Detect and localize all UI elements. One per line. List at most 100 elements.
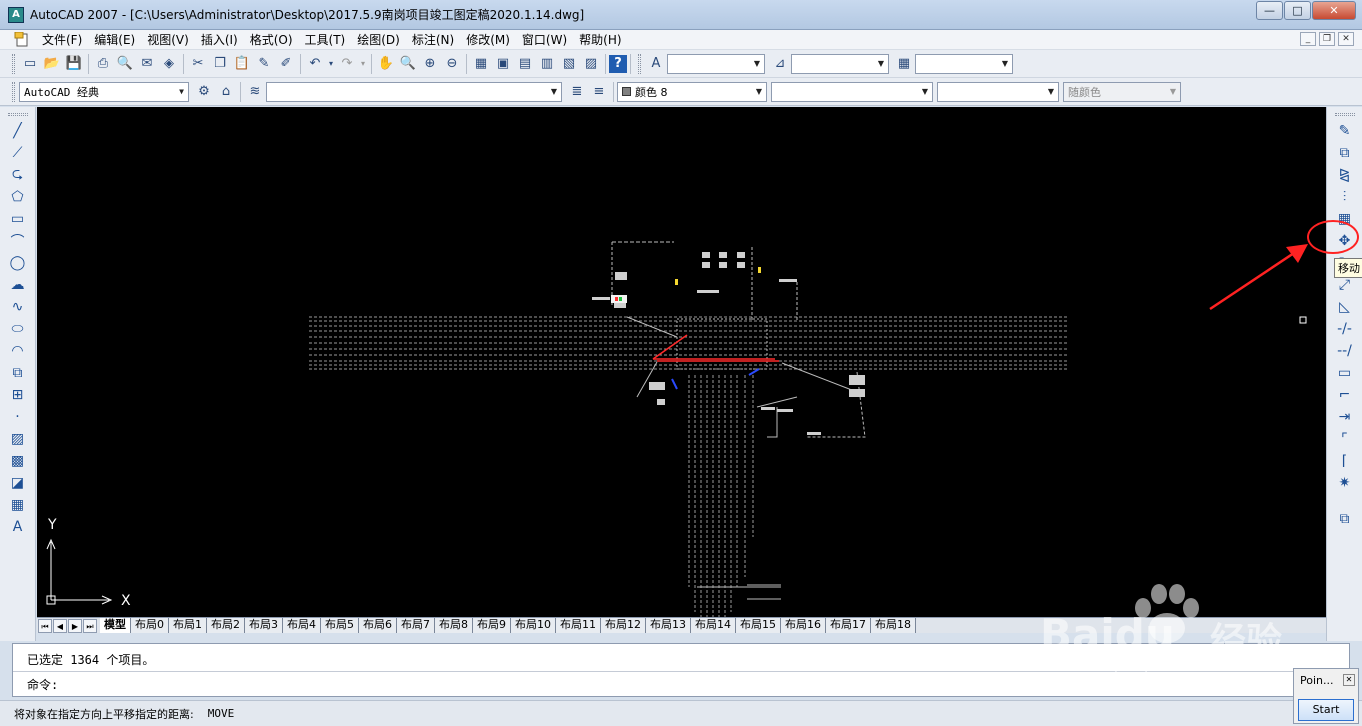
mirror-icon[interactable]: ⧎	[1334, 164, 1356, 186]
toolbar-grip[interactable]	[638, 53, 641, 74]
region-icon[interactable]: ◪	[7, 472, 29, 494]
popup-close-button[interactable]: ✕	[1343, 674, 1355, 686]
tab-layout[interactable]: 布局5	[321, 618, 359, 633]
undo-icon[interactable]: ↶	[304, 53, 326, 75]
chamfer-icon[interactable]: ⌜	[1334, 428, 1356, 450]
menu-format[interactable]: 格式(O)	[244, 31, 299, 48]
last-tab-icon[interactable]: ⏭	[83, 618, 97, 633]
tab-layout[interactable]: 布局7	[397, 618, 435, 633]
menu-draw[interactable]: 绘图(D)	[351, 31, 406, 48]
layer-manager-icon[interactable]: ≋	[244, 81, 266, 103]
next-tab-icon[interactable]: ▶	[68, 618, 82, 633]
autocad-app-icon[interactable]: A	[8, 6, 24, 23]
offset-icon[interactable]: ⫶	[1334, 186, 1356, 208]
tab-layout[interactable]: 布局18	[871, 618, 916, 633]
erase-icon[interactable]: ✎	[1334, 120, 1356, 142]
design-center-icon[interactable]: ▣	[492, 53, 514, 75]
plot-preview-icon[interactable]: 🔍	[114, 53, 136, 75]
menu-edit[interactable]: 编辑(E)	[88, 31, 141, 48]
line-icon[interactable]: ╱	[7, 120, 29, 142]
tab-layout[interactable]: 布局11	[556, 618, 601, 633]
document-icon[interactable]	[14, 31, 32, 48]
tab-layout[interactable]: 布局1	[169, 618, 207, 633]
make-object-layer-current-icon[interactable]: ≣	[566, 81, 588, 103]
tab-layout[interactable]: 布局15	[736, 618, 781, 633]
minimize-button[interactable]: —	[1256, 1, 1283, 20]
text-style-combo[interactable]: ▼	[667, 53, 765, 74]
menu-modify[interactable]: 修改(M)	[460, 31, 516, 48]
first-tab-icon[interactable]: ⏮	[38, 618, 52, 633]
redo-dropdown-icon[interactable]: ▾	[358, 53, 368, 75]
pan-icon[interactable]: ✋	[375, 53, 397, 75]
gradient-icon[interactable]: ▩	[7, 450, 29, 472]
properties-icon[interactable]: ▦	[470, 53, 492, 75]
paste-icon[interactable]: 📋	[231, 53, 253, 75]
doc-restore-button[interactable]: ❐	[1319, 32, 1335, 46]
start-button[interactable]: Start	[1298, 699, 1354, 721]
3d-dwf-icon[interactable]: ◈	[158, 53, 180, 75]
table-icon[interactable]: ▦	[7, 494, 29, 516]
rectangle-icon[interactable]: ▭	[7, 208, 29, 230]
toolbar-grip[interactable]	[1334, 113, 1355, 116]
workspace-combo[interactable]: AutoCAD 经典 ▼	[19, 81, 189, 102]
command-prompt[interactable]: 命令:	[27, 676, 58, 693]
tab-layout[interactable]: 布局8	[435, 618, 473, 633]
publish-icon[interactable]: ✉	[136, 53, 158, 75]
table-style-icon[interactable]: ▦	[893, 53, 915, 75]
menu-window[interactable]: 窗口(W)	[516, 31, 573, 48]
menu-dimension[interactable]: 标注(N)	[406, 31, 460, 48]
hatch-icon[interactable]: ▨	[7, 428, 29, 450]
toolbar-grip[interactable]	[7, 113, 28, 116]
zoom-previous-icon[interactable]: ⊖	[441, 53, 463, 75]
new-icon[interactable]: ▭	[19, 53, 41, 75]
break-at-point-icon[interactable]: ▭	[1334, 362, 1356, 384]
copy-icon[interactable]: ⧉	[1334, 142, 1356, 164]
help-icon[interactable]: ?	[609, 54, 627, 73]
construction-line-icon[interactable]: ⟋	[7, 142, 29, 164]
menu-tools[interactable]: 工具(T)	[299, 31, 352, 48]
menu-insert[interactable]: 插入(I)	[195, 31, 244, 48]
menu-view[interactable]: 视图(V)	[141, 31, 195, 48]
insert-block-icon[interactable]: ⧉	[7, 362, 29, 384]
match-properties-icon[interactable]: ✎	[253, 53, 275, 75]
extend-icon[interactable]: --/	[1334, 340, 1356, 362]
trim-icon[interactable]: -/-	[1334, 318, 1356, 340]
arc-icon[interactable]: ⌒	[7, 230, 29, 252]
close-button[interactable]: ✕	[1312, 1, 1356, 20]
circle-icon[interactable]: ◯	[7, 252, 29, 274]
menu-help[interactable]: 帮助(H)	[573, 31, 627, 48]
zoom-window-icon[interactable]: ⊕	[419, 53, 441, 75]
toolbar-grip[interactable]	[12, 53, 15, 74]
doc-minimize-button[interactable]: _	[1300, 32, 1316, 46]
tab-layout[interactable]: 布局0	[131, 618, 169, 633]
command-window[interactable]: 已选定 1364 个项目。 命令:	[12, 643, 1350, 697]
menu-file[interactable]: 文件(F)	[36, 31, 88, 48]
redo-icon[interactable]: ↷	[336, 53, 358, 75]
tab-model[interactable]: 模型	[100, 618, 131, 633]
tab-layout[interactable]: 布局12	[601, 618, 646, 633]
zoom-realtime-icon[interactable]: 🔍	[397, 53, 419, 75]
tab-layout[interactable]: 布局4	[283, 618, 321, 633]
layer-previous-icon[interactable]: ≡	[588, 81, 610, 103]
explode-icon[interactable]: ✷	[1334, 472, 1356, 494]
plot-icon[interactable]: ⎙	[92, 53, 114, 75]
dim-style-combo[interactable]: ▼	[791, 53, 889, 74]
draworder-icon[interactable]: ⧉	[1334, 508, 1356, 530]
tab-layout[interactable]: 布局6	[359, 618, 397, 633]
undo-dropdown-icon[interactable]: ▾	[326, 53, 336, 75]
maximize-button[interactable]: □	[1284, 1, 1311, 20]
tool-palettes-icon[interactable]: ▤	[514, 53, 536, 75]
tab-layout[interactable]: 布局3	[245, 618, 283, 633]
tab-layout[interactable]: 布局16	[781, 618, 826, 633]
revision-cloud-icon[interactable]: ☁	[7, 274, 29, 296]
tab-layout[interactable]: 布局10	[511, 618, 556, 633]
layer-combo[interactable]: ▼	[266, 81, 562, 102]
point-icon[interactable]: ·	[7, 406, 29, 428]
drawing-canvas[interactable]: Y X	[37, 107, 1326, 617]
table-style-combo[interactable]: ▼	[915, 53, 1013, 74]
tab-layout[interactable]: 布局17	[826, 618, 871, 633]
spline-icon[interactable]: ∿	[7, 296, 29, 318]
tab-layout[interactable]: 布局14	[691, 618, 736, 633]
markup-icon[interactable]: ▧	[558, 53, 580, 75]
cut-icon[interactable]: ✂	[187, 53, 209, 75]
